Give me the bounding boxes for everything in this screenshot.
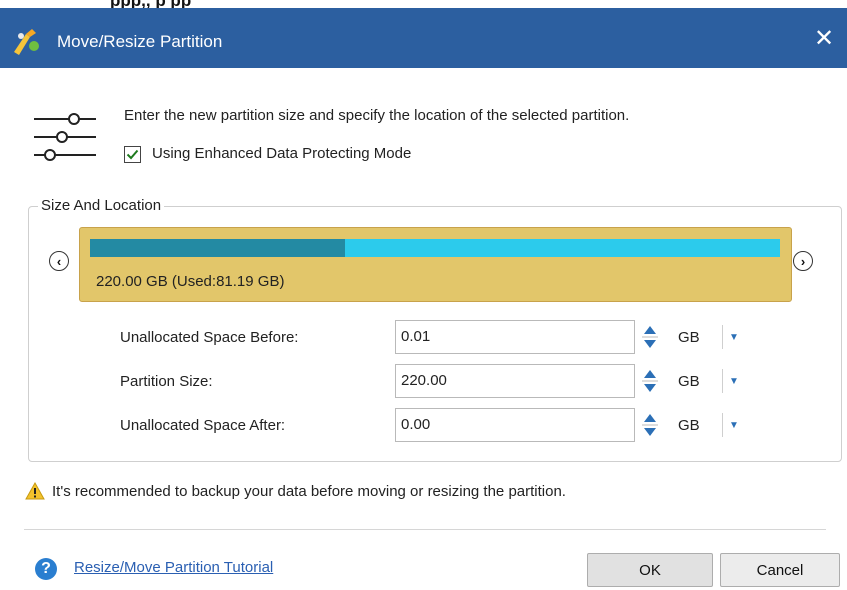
tutorial-link[interactable]: Resize/Move Partition Tutorial (74, 559, 273, 576)
background-window-fragment: ppp,, p pp (0, 0, 847, 10)
enhanced-mode-label[interactable]: Using Enhanced Data Protecting Mode (152, 145, 411, 162)
title-bar[interactable]: Move/Resize Partition ✕ (0, 8, 847, 68)
footer-divider (24, 529, 826, 530)
free-space-bar (345, 239, 780, 257)
enhanced-mode-checkbox[interactable] (124, 146, 141, 163)
close-icon: ✕ (813, 24, 835, 52)
unallocated-after-input[interactable]: 0.00 (395, 408, 635, 442)
unallocated-after-spinner[interactable] (638, 408, 662, 442)
chevron-right-icon: › (800, 253, 806, 269)
move-right-button[interactable]: › (793, 251, 813, 271)
partition-size-spinner[interactable] (638, 364, 662, 398)
checkmark-icon (126, 149, 139, 160)
move-left-button[interactable]: ‹ (49, 251, 69, 271)
ok-button[interactable]: OK (587, 553, 713, 587)
partition-size-label: 220.00 GB (Used:81.19 GB) (96, 273, 285, 290)
unit-dropdown-arrow-icon[interactable]: ▼ (729, 420, 739, 431)
partition-block[interactable]: 220.00 GB (Used:81.19 GB) (79, 227, 792, 302)
unit-separator (722, 369, 723, 393)
help-icon[interactable]: ? (35, 558, 57, 580)
cancel-button[interactable]: Cancel (720, 553, 840, 587)
size-location-legend: Size And Location (38, 197, 165, 214)
unit-separator (722, 413, 723, 437)
unallocated-before-label: Unallocated Space Before: (120, 329, 299, 346)
partition-size-input[interactable]: 220.00 (395, 364, 635, 398)
partition-size-unit: GB (678, 373, 700, 390)
close-button[interactable]: ✕ (801, 8, 847, 68)
sliders-icon (34, 113, 96, 161)
instruction-text: Enter the new partition size and specify… (124, 107, 630, 124)
unallocated-after-label: Unallocated Space After: (120, 417, 286, 434)
window-title: Move/Resize Partition (57, 32, 223, 51)
unallocated-after-unit: GB (678, 417, 700, 434)
unallocated-before-input[interactable]: 0.01 (395, 320, 635, 354)
chevron-left-icon: ‹ (56, 253, 62, 269)
unallocated-before-unit: GB (678, 329, 700, 346)
unallocated-before-spinner[interactable] (638, 320, 662, 354)
unit-dropdown-arrow-icon[interactable]: ▼ (729, 332, 739, 343)
move-resize-dialog: Enter the new partition size and specify… (0, 68, 847, 590)
unit-separator (722, 325, 723, 349)
warning-icon (25, 482, 45, 500)
used-space-bar (90, 239, 345, 257)
unit-dropdown-arrow-icon[interactable]: ▼ (729, 376, 739, 387)
partition-wizard-icon (14, 29, 39, 55)
partition-size-label: Partition Size: (120, 373, 213, 390)
warning-text: It's recommended to backup your data bef… (52, 483, 566, 500)
